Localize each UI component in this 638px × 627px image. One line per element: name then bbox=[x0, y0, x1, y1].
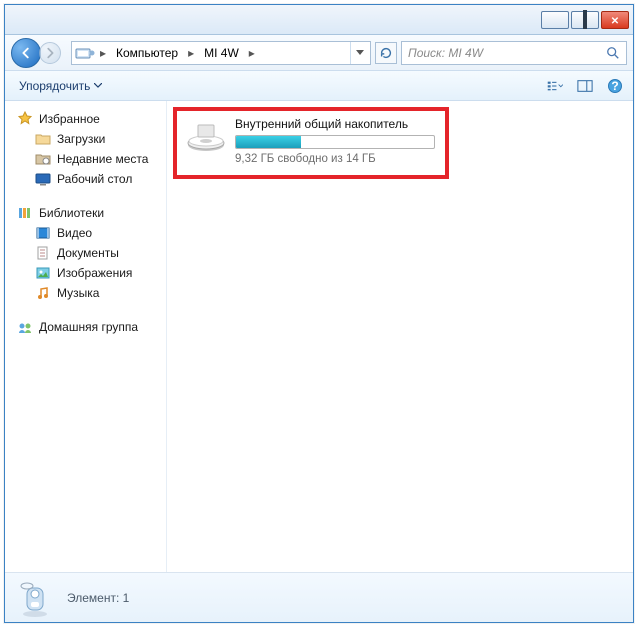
drive-free-text: 9,32 ГБ свободно из 14 ГБ bbox=[235, 153, 435, 165]
drive-name: Внутренний общий накопитель bbox=[235, 117, 435, 131]
sidebar-item-video[interactable]: Видео bbox=[9, 223, 162, 243]
toolbar-right: ? bbox=[543, 75, 627, 97]
sidebar-favorites: Избранное Загрузки Недавние места Рабочи… bbox=[9, 109, 162, 189]
refresh-button[interactable] bbox=[375, 42, 397, 64]
sidebar-favorites-header[interactable]: Избранное bbox=[9, 109, 162, 129]
status-bar: Элемент: 1 bbox=[5, 572, 633, 622]
nav-row: ▸ Компьютер ▸ MI 4W ▸ Поиск: MI 4W bbox=[5, 35, 633, 71]
sidebar-item-label: Недавние места bbox=[57, 152, 148, 166]
video-icon bbox=[35, 225, 51, 241]
chevron-down-icon bbox=[356, 50, 364, 56]
close-icon bbox=[611, 13, 619, 27]
breadcrumb-device[interactable]: MI 4W bbox=[198, 42, 245, 64]
sidebar-item-label: Документы bbox=[57, 246, 119, 260]
libraries-icon bbox=[17, 205, 33, 221]
pictures-icon bbox=[35, 265, 51, 281]
breadcrumb-label: MI 4W bbox=[204, 46, 239, 60]
chevron-right-icon: ▸ bbox=[96, 46, 110, 60]
device-icon bbox=[74, 45, 96, 61]
drive-icon bbox=[185, 117, 227, 153]
sidebar-item-pictures[interactable]: Изображения bbox=[9, 263, 162, 283]
minimize-button[interactable] bbox=[541, 11, 569, 29]
sidebar-item-label: Загрузки bbox=[57, 132, 105, 146]
sidebar-item-label: Изображения bbox=[57, 266, 132, 280]
titlebar bbox=[5, 5, 633, 35]
help-button[interactable]: ? bbox=[603, 75, 627, 97]
body: Избранное Загрузки Недавние места Рабочи… bbox=[5, 101, 633, 572]
nav-buttons bbox=[11, 38, 67, 68]
back-button[interactable] bbox=[11, 38, 41, 68]
sidebar-homegroup: Домашняя группа bbox=[9, 317, 162, 337]
svg-text:?: ? bbox=[611, 79, 618, 93]
folder-recent-icon bbox=[35, 151, 51, 167]
sidebar-item-desktop[interactable]: Рабочий стол bbox=[9, 169, 162, 189]
arrow-right-icon bbox=[43, 46, 57, 60]
sidebar-group-label: Библиотеки bbox=[39, 206, 104, 220]
refresh-icon bbox=[379, 46, 393, 60]
search-input[interactable]: Поиск: MI 4W bbox=[401, 41, 627, 65]
search-placeholder: Поиск: MI 4W bbox=[408, 46, 483, 60]
address-bar[interactable]: ▸ Компьютер ▸ MI 4W ▸ bbox=[71, 41, 371, 65]
chevron-right-icon: ▸ bbox=[245, 46, 259, 60]
sidebar-item-music[interactable]: Музыка bbox=[9, 283, 162, 303]
breadcrumb-label: Компьютер bbox=[116, 46, 178, 60]
content-pane[interactable]: Внутренний общий накопитель 9,32 ГБ своб… bbox=[167, 101, 633, 572]
explorer-window: ▸ Компьютер ▸ MI 4W ▸ Поиск: MI 4W Упоря… bbox=[4, 4, 634, 623]
highlighted-drive-item[interactable]: Внутренний общий накопитель 9,32 ГБ своб… bbox=[173, 107, 449, 179]
address-dropdown-button[interactable] bbox=[350, 42, 368, 64]
sidebar-item-downloads[interactable]: Загрузки bbox=[9, 129, 162, 149]
maximize-icon bbox=[583, 13, 587, 27]
sidebar-item-label: Видео bbox=[57, 226, 92, 240]
sidebar-homegroup-header[interactable]: Домашняя группа bbox=[9, 317, 162, 337]
chevron-down-icon bbox=[94, 83, 102, 88]
arrow-left-icon bbox=[19, 46, 33, 60]
breadcrumb-computer[interactable]: Компьютер bbox=[110, 42, 184, 64]
homegroup-icon bbox=[17, 319, 33, 335]
sidebar-libraries-header[interactable]: Библиотеки bbox=[9, 203, 162, 223]
preview-pane-button[interactable] bbox=[573, 75, 597, 97]
star-icon bbox=[17, 111, 33, 127]
view-options-button[interactable] bbox=[543, 75, 567, 97]
view-icon bbox=[547, 78, 563, 94]
sidebar-item-documents[interactable]: Документы bbox=[9, 243, 162, 263]
sidebar-libraries: Библиотеки Видео Документы Изображения М… bbox=[9, 203, 162, 303]
desktop-icon bbox=[35, 171, 51, 187]
organize-label: Упорядочить bbox=[19, 79, 90, 93]
organize-button[interactable]: Упорядочить bbox=[11, 75, 110, 97]
close-button[interactable] bbox=[601, 11, 629, 29]
help-icon: ? bbox=[607, 78, 623, 94]
chevron-right-icon: ▸ bbox=[184, 46, 198, 60]
documents-icon bbox=[35, 245, 51, 261]
preview-pane-icon bbox=[577, 79, 593, 93]
status-text: Элемент: 1 bbox=[67, 591, 129, 605]
sidebar: Избранное Загрузки Недавние места Рабочи… bbox=[5, 101, 167, 572]
sidebar-group-label: Избранное bbox=[39, 112, 100, 126]
music-icon bbox=[35, 285, 51, 301]
search-icon bbox=[606, 46, 620, 60]
forward-button[interactable] bbox=[39, 42, 61, 64]
sidebar-item-label: Рабочий стол bbox=[57, 172, 132, 186]
folder-icon bbox=[35, 131, 51, 147]
drive-usage-fill bbox=[236, 136, 301, 148]
toolbar: Упорядочить ? bbox=[5, 71, 633, 101]
device-large-icon bbox=[17, 578, 53, 618]
maximize-button[interactable] bbox=[571, 11, 599, 29]
sidebar-item-recent[interactable]: Недавние места bbox=[9, 149, 162, 169]
sidebar-item-label: Музыка bbox=[57, 286, 99, 300]
drive-info: Внутренний общий накопитель 9,32 ГБ своб… bbox=[235, 117, 435, 165]
drive-usage-bar bbox=[235, 135, 435, 149]
sidebar-group-label: Домашняя группа bbox=[39, 320, 138, 334]
